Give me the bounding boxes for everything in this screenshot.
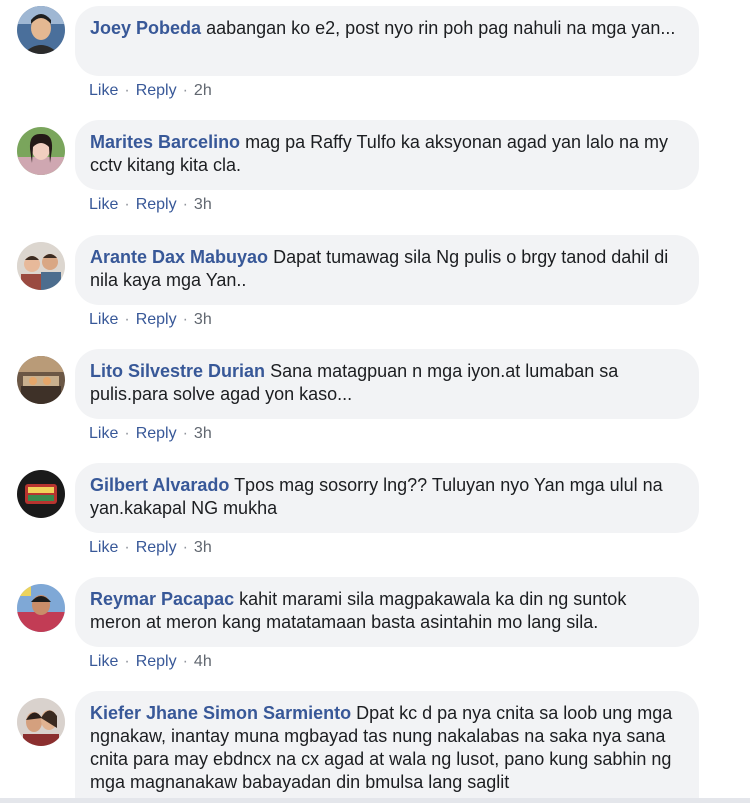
reply-link[interactable]: Reply [136,653,177,670]
comment-timestamp[interactable]: 3h [194,539,212,556]
comment-timestamp[interactable]: 3h [194,196,212,213]
profile-photo-icon [17,356,65,404]
comment-author[interactable]: Marites Barcelino [90,132,240,152]
separator-dot: · [124,82,130,99]
comment-bubble: Gilbert Alvarado Tpos mag sosorry lng?? … [75,463,699,533]
avatar[interactable] [17,584,65,632]
scroll-edge-divider [0,798,750,803]
comment-author[interactable]: Joey Pobeda [90,18,201,38]
profile-photo-icon [17,6,65,54]
avatar[interactable] [17,470,65,518]
comment-timestamp[interactable]: 3h [194,425,212,442]
separator-dot: · [124,653,130,670]
separator-dot: · [182,82,188,99]
comment-actions: Like · Reply · 3h [89,195,212,215]
comment-actions: Like · Reply · 3h [89,538,212,558]
avatar[interactable] [17,127,65,175]
comment-bubble: Lito Silvestre Durian Sana matagpuan n m… [75,349,699,419]
separator-dot: · [182,425,188,442]
comment-bubble: Reymar Pacapac kahit marami sila magpaka… [75,577,699,647]
comment-list: Joey Pobeda aabangan ko e2, post nyo rin… [0,0,750,803]
comment-actions: Like · Reply · 3h [89,310,212,330]
like-link[interactable]: Like [89,425,118,442]
comment-timestamp[interactable]: 4h [194,653,212,670]
avatar[interactable] [17,698,65,746]
separator-dot: · [124,425,130,442]
comment-actions: Like · Reply · 2h [89,81,212,101]
separator-dot: · [124,539,130,556]
separator-dot: · [124,196,130,213]
like-link[interactable]: Like [89,653,118,670]
reply-link[interactable]: Reply [136,82,177,99]
reply-link[interactable]: Reply [136,196,177,213]
avatar[interactable] [17,356,65,404]
profile-photo-icon [17,584,65,632]
separator-dot: · [124,311,130,328]
comment-timestamp[interactable]: 3h [194,311,212,328]
separator-dot: · [182,539,188,556]
profile-photo-icon [17,470,65,518]
like-link[interactable]: Like [89,311,118,328]
reply-link[interactable]: Reply [136,311,177,328]
comment-bubble: Marites Barcelino mag pa Raffy Tulfo ka … [75,120,699,190]
comment-actions: Like · Reply · 4h [89,652,212,672]
comment-text: aabangan ko e2, post nyo rin poh pag nah… [206,18,676,38]
comment-actions: Like · Reply · 3h [89,424,212,444]
comment-author[interactable]: Arante Dax Mabuyao [90,247,268,267]
comment-author[interactable]: Lito Silvestre Durian [90,361,265,381]
like-link[interactable]: Like [89,82,118,99]
profile-photo-icon [17,127,65,175]
profile-photo-icon [17,242,65,290]
separator-dot: · [182,196,188,213]
comment-timestamp[interactable]: 2h [194,82,212,99]
comment-bubble: Joey Pobeda aabangan ko e2, post nyo rin… [75,6,699,76]
comment-author[interactable]: Gilbert Alvarado [90,475,229,495]
comment-author[interactable]: Reymar Pacapac [90,589,234,609]
reply-link[interactable]: Reply [136,425,177,442]
like-link[interactable]: Like [89,539,118,556]
comment-author[interactable]: Kiefer Jhane Simon Sarmiento [90,703,351,723]
like-link[interactable]: Like [89,196,118,213]
comment-bubble: Arante Dax Mabuyao Dapat tumawag sila Ng… [75,235,699,305]
avatar[interactable] [17,6,65,54]
reply-link[interactable]: Reply [136,539,177,556]
comment-bubble: Kiefer Jhane Simon Sarmiento Dpat kc d p… [75,691,699,803]
avatar[interactable] [17,242,65,290]
separator-dot: · [182,311,188,328]
separator-dot: · [182,653,188,670]
profile-photo-icon [17,698,65,746]
